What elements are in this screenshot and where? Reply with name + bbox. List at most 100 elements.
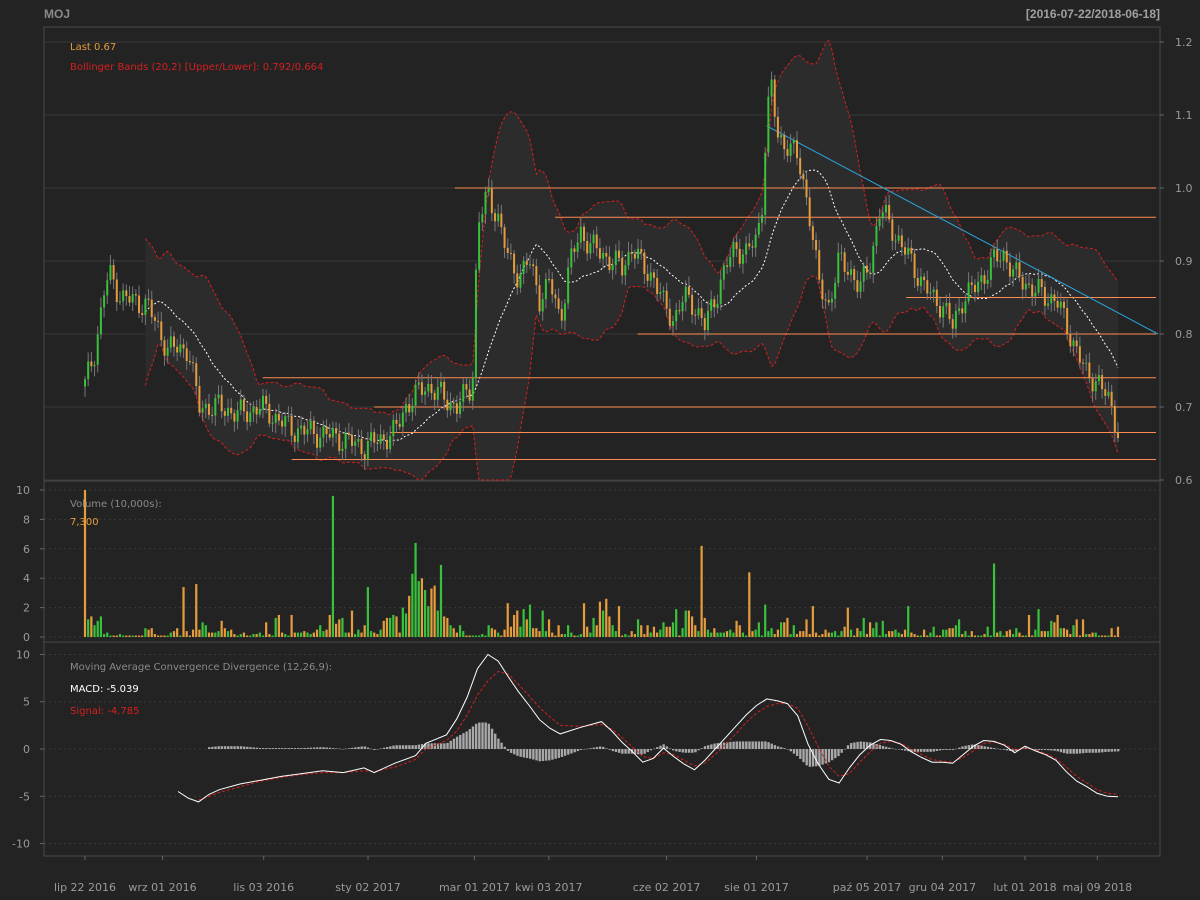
volume-bar [706,629,710,637]
candle-body [894,240,897,242]
macd-histogram-bar [1091,749,1094,753]
price-tick-label: 0.7 [1175,401,1193,414]
macd-histogram-bar [891,748,894,749]
candle-body [398,423,401,427]
macd-histogram-bar [687,749,691,753]
volume-bar [217,631,220,637]
candle-body [633,253,636,259]
macd-histogram-bar [900,749,904,751]
volume-bar [741,632,745,637]
volume-bar [509,626,513,637]
volume-bar [169,632,172,637]
volume-bar [414,542,417,637]
macd-histogram-bar [945,749,948,750]
candle-body [687,286,690,295]
macd-histogram-bar [478,722,481,749]
volume-bar [1024,635,1027,637]
candle-body [261,395,264,410]
candle-body [344,432,347,449]
volume-bar [668,626,671,637]
candle-body [732,242,735,258]
volume-bar [986,626,989,637]
volume-bar [872,628,875,637]
candle-body [357,438,360,442]
candle-body [1050,294,1053,304]
macd-histogram-bar [745,741,748,749]
volume-bar [525,619,528,637]
macd-histogram-bar [312,747,316,749]
candle-body [821,279,824,300]
candle-body [296,428,299,442]
candle-body [989,257,992,280]
volume-tick-label: 6 [23,543,30,556]
volume-bar [713,628,716,637]
macd-histogram-bar [830,749,834,761]
volume-bar [293,632,296,637]
macd-histogram-bar [246,746,249,749]
candle-body [850,269,853,275]
macd-histogram-bar [881,745,885,749]
macd-histogram-bar [223,746,227,749]
candle-body [490,188,493,214]
candle-body [560,308,563,321]
candle-body [964,301,967,314]
macd-histogram-bar [535,749,538,761]
candle-body [862,265,865,282]
candle-body [703,317,706,331]
macd-histogram-bar [919,749,923,752]
volume-bar [745,635,748,637]
macd-histogram-bar [656,747,659,749]
volume-bar [541,610,544,637]
macd-histogram-bar [494,733,497,749]
macd-histogram-bar [519,749,522,757]
macd-histogram-bar [217,746,220,749]
candle-body [452,402,455,404]
macd-histogram-bar [967,745,971,749]
volume-bar [287,635,290,637]
volume-bar [738,625,741,637]
volume-bar [646,625,649,637]
macd-histogram-bar [929,749,932,752]
macd-histogram-bar [398,745,402,749]
price-tick-label: 1.2 [1175,36,1193,49]
macd-histogram-bar [862,741,866,749]
volume-bar [512,614,516,637]
macd-histogram-bar [439,743,443,749]
macd-histogram-bar [382,747,386,749]
candle-body [147,298,150,300]
candle-body [608,256,611,271]
macd-histogram-bar [706,745,710,749]
volume-bar [830,632,834,637]
macd-histogram-bar [296,748,300,749]
candle-body [1069,334,1072,347]
candle-body [630,251,633,254]
candle-body [522,260,525,274]
volume-bar [357,629,360,637]
volume-bar [344,632,347,637]
candle-body [916,278,919,286]
macd-histogram-bar [904,749,907,751]
price-tick-label: 0.6 [1175,474,1193,487]
x-tick-label: sie 01 2017 [724,881,789,894]
volume-bar [118,634,122,637]
candle-body [220,394,223,412]
volume-bar [455,632,458,637]
macd-histogram-bar [1040,749,1044,750]
volume-bar [627,635,630,637]
volume-bar [919,635,923,637]
candle-body [528,264,531,266]
macd-histogram-bar [449,740,452,749]
volume-bar [277,614,280,637]
macd-histogram-bar [951,749,955,750]
candle-body [627,251,630,266]
volume-bar [446,617,449,637]
candle-body [500,213,503,228]
volume-bar [754,629,757,637]
candle-body [246,411,249,423]
candle-body [1082,362,1085,364]
volume-bar [611,625,614,637]
volume-bar [102,634,106,637]
macd-histogram-bar [853,742,856,749]
macd-histogram-bar [646,749,649,753]
candle-body [1031,284,1034,297]
